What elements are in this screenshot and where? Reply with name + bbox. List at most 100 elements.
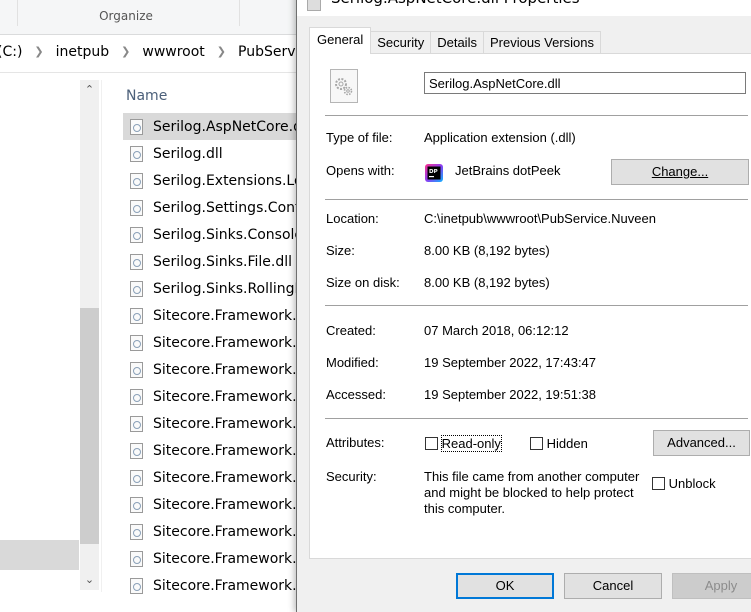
breadcrumb-separator-icon[interactable]: ❯ [121,45,130,58]
breadcrumb-pubservice[interactable]: PubService.Nuveen [238,44,296,60]
hidden-label[interactable]: Hidden [547,436,588,451]
breadcrumb-drive[interactable]: (C:) [0,44,22,60]
file-name: Sitecore.Framework.C [153,361,296,378]
change-button[interactable]: Change... [611,159,749,185]
file-list: Serilog.AspNetCore.dll Serilog.dll Serilog… [123,113,296,599]
gears-icon [335,78,353,96]
file-name: Sitecore.Framework.C [153,334,296,351]
address-bar[interactable]: (C:) ❯ inetpub ❯ wwwroot ❯ PubService.Nuveen [0,35,296,73]
unblock-checkbox-box[interactable] [652,477,665,490]
svg-text:DP: DP [429,169,438,175]
file-name: Sitecore.Framework.C [153,307,296,324]
breadcrumb-wwwroot[interactable]: wwwroot [142,44,204,60]
file-list-item[interactable]: Sitecore.Framework.C [123,491,296,518]
file-list-item[interactable]: Serilog.Settings.Configuration.dll [123,194,296,221]
tab-security[interactable]: Security [370,31,432,54]
file-list-item[interactable]: Serilog.AspNetCore.dll [123,113,296,140]
file-name: Serilog.Sinks.Console.dll [153,226,296,243]
file-name: Serilog.Sinks.RollingFile.dll [153,280,296,297]
file-name: Sitecore.Framework.E [153,577,296,594]
dll-file-icon [130,334,143,351]
file-list-item[interactable]: Sitecore.Framework.C [123,302,296,329]
size-on-disk-value: 8.00 KB (8,192 bytes) [424,275,550,290]
size-on-disk-label: Size on disk: [326,275,400,290]
dialog-titlebar[interactable]: Serilog.AspNetCore.dll Properties [297,0,751,16]
tab-general[interactable]: General [309,27,372,54]
dll-file-icon [130,523,143,540]
accessed-value: 19 September 2022, 19:51:38 [424,387,597,402]
hidden-checkbox-box[interactable] [530,437,543,450]
chevron-up-icon[interactable]: ⌃ [80,80,99,100]
dll-file-icon [130,388,143,405]
explorer-ribbon: Organize [0,0,296,35]
opens-with-value: JetBrains dotPeek [455,163,561,178]
dll-file-icon [130,496,143,513]
tab-previous-versions[interactable]: Previous Versions [482,31,602,54]
file-list-item[interactable]: Serilog.Sinks.File.dll [123,248,296,275]
breadcrumb-separator-icon[interactable]: ❯ [217,45,226,58]
dll-file-icon [130,172,143,189]
file-list-item[interactable]: Serilog.Extensions.Logging.dll [123,167,296,194]
file-list-item[interactable]: Sitecore.Framework.C [123,329,296,356]
tab-details[interactable]: Details [430,31,484,54]
file-list-item[interactable]: Sitecore.Framework.C [123,356,296,383]
security-warning-text: This file came from another computer and… [424,469,640,516]
file-list-item[interactable]: Sitecore.Framework.C [123,410,296,437]
dll-file-icon [130,280,143,297]
breadcrumb-separator-icon[interactable]: ❯ [34,45,43,58]
security-label: Security: [326,469,377,484]
file-list-item[interactable]: Sitecore.Framework.C [123,383,296,410]
nav-pane-selected-item[interactable] [0,540,79,570]
apply-button[interactable]: Apply [672,573,751,599]
file-name-input[interactable] [424,72,746,94]
column-header-name[interactable]: Name [126,88,167,104]
location-label: Location: [326,211,379,226]
file-name: Sitecore.Framework.C [153,496,296,513]
modified-value: 19 September 2022, 17:43:47 [424,355,597,370]
file-name: Sitecore.Framework.C [153,523,296,540]
file-list-item[interactable]: Serilog.dll [123,140,296,167]
file-name: Serilog.AspNetCore.dll [153,118,296,135]
attributes-label: Attributes: [326,435,385,450]
unblock-label[interactable]: Unblock [669,476,716,491]
file-list-item[interactable]: Serilog.Sinks.Console.dll [123,221,296,248]
hidden-checkbox[interactable]: Hidden [530,436,588,451]
dll-file-icon [130,199,143,216]
file-name: Sitecore.Framework.C [153,415,296,432]
file-name: Serilog.Sinks.File.dll [153,253,292,270]
file-name: Sitecore.Framework.C [153,388,296,405]
dll-file-icon [307,0,321,11]
location-value: C:\inetpub\wwwroot\PubService.Nuveen [424,211,656,226]
dll-file-icon [130,226,143,243]
read-only-label[interactable]: Read-only [440,435,502,452]
chevron-down-icon[interactable]: ⌄ [80,570,99,590]
read-only-checkbox[interactable]: Read-only [425,435,502,452]
file-list-item[interactable]: Serilog.Sinks.RollingFile.dll [123,275,296,302]
file-list-item[interactable]: Sitecore.Framework.C [123,518,296,545]
type-of-file-label: Type of file: [326,130,393,145]
file-list-item[interactable]: Sitecore.Framework.E [123,572,296,599]
dll-file-icon [130,442,143,459]
file-list-item[interactable]: Sitecore.Framework.C [123,437,296,464]
file-name: Serilog.Settings.Configuration.dll [153,199,296,216]
breadcrumb-inetpub[interactable]: inetpub [56,44,110,60]
advanced-button[interactable]: Advanced... [653,430,750,456]
file-name: Serilog.dll [153,145,223,162]
file-name: Sitecore.Framework.E [153,550,296,567]
modified-label: Modified: [326,355,379,370]
unblock-checkbox[interactable]: Unblock [652,476,716,491]
change-button-label: Change... [651,164,709,179]
ok-button[interactable]: OK [456,573,554,599]
accessed-label: Accessed: [326,387,386,402]
read-only-checkbox-box[interactable] [425,437,438,450]
dll-file-icon [130,145,143,162]
nav-pane-scrollbar[interactable]: ⌃ ⌄ [80,80,99,590]
dll-file-icon [130,415,143,432]
scrollbar-thumb[interactable] [80,308,99,544]
file-list-item[interactable]: Sitecore.Framework.E [123,545,296,572]
pane-divider[interactable] [101,80,102,592]
cancel-button[interactable]: Cancel [564,573,662,599]
file-list-item[interactable]: Sitecore.Framework.C [123,464,296,491]
created-label: Created: [326,323,376,338]
divider [325,418,748,419]
